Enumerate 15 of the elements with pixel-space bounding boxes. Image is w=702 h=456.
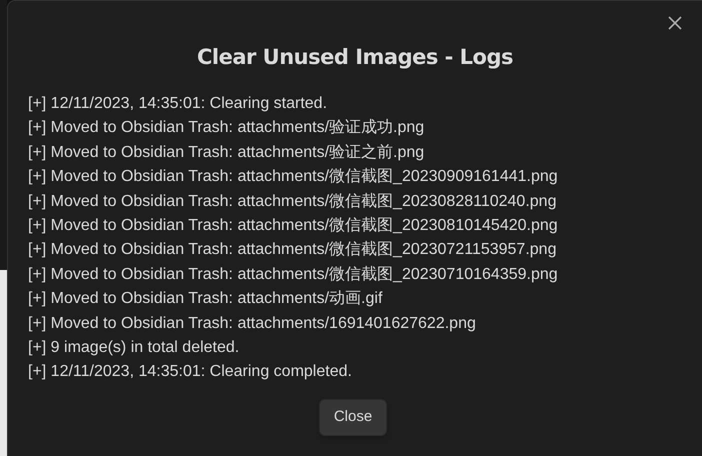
- log-line: [+] Moved to Obsidian Trash: attachments/微信截图_20230810145420.png: [28, 216, 559, 236]
- log-line: [+] Moved to Obsidian Trash: attachments/微信截图_20230828110240.png: [28, 192, 558, 212]
- log-line: [+] Moved to Obsidian Trash: attachments/验证成功.png: [28, 118, 426, 138]
- log-line: [+] 9 image(s) in total deleted.: [28, 338, 240, 358]
- log-line: [+] Moved to Obsidian Trash: attachments/动画.gif: [28, 289, 384, 310]
- close-button[interactable]: Close: [318, 398, 388, 436]
- log-line: [+] Moved to Obsidian Trash: attachments/验证之前.png: [28, 142, 426, 163]
- modal-title: Clear Unused Images - Logs: [196, 44, 514, 71]
- log-line: [+] Moved to Obsidian Trash: attachments/微信截图_20230721153957.png: [28, 240, 558, 260]
- close-icon[interactable]: [666, 14, 684, 32]
- log-line: [+] Moved to Obsidian Trash: attachments/微信截图_20230909161441.png: [28, 166, 559, 188]
- log-line: [+] 12/11/2023, 14:35:01: Clearing completed.: [28, 362, 353, 382]
- log-line: [+] Moved to Obsidian Trash: attachments/1691401627622.png: [28, 314, 477, 334]
- log-line: [+] Moved to Obsidian Trash: attachments/微信截图_20230710164359.png: [28, 264, 559, 285]
- log-line: [+] 12/11/2023, 14:35:01: Clearing started.: [28, 94, 328, 114]
